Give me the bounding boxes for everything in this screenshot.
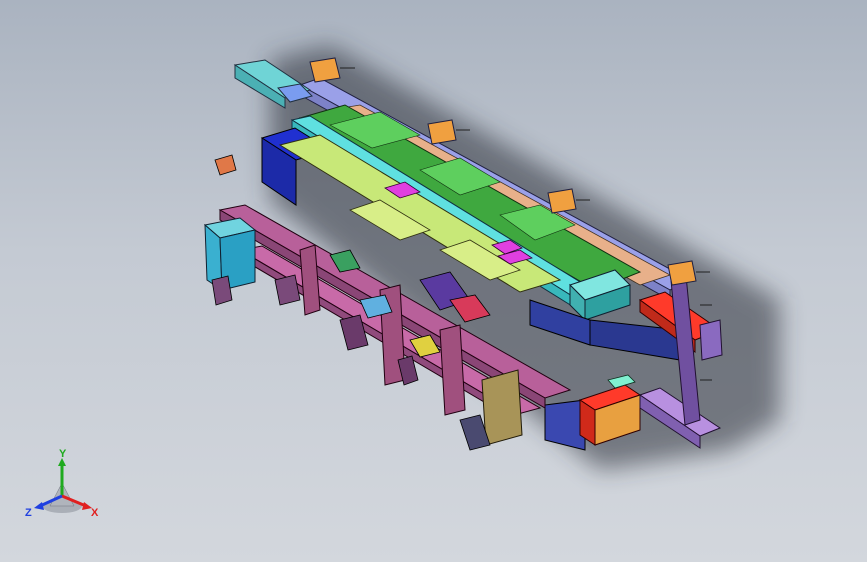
olive-panel bbox=[481, 369, 523, 446]
z-axis-label: Z bbox=[25, 507, 32, 519]
x-axis-label: X bbox=[91, 507, 99, 519]
z-axis-head bbox=[34, 502, 44, 510]
view-orientation-triad[interactable]: Y X Z bbox=[22, 448, 102, 528]
cad-assembly-model[interactable] bbox=[0, 0, 867, 562]
graphics-viewport[interactable]: Y X Z bbox=[0, 0, 867, 562]
y-axis-label: Y bbox=[59, 448, 67, 460]
left-cyan-cage bbox=[203, 217, 257, 291]
